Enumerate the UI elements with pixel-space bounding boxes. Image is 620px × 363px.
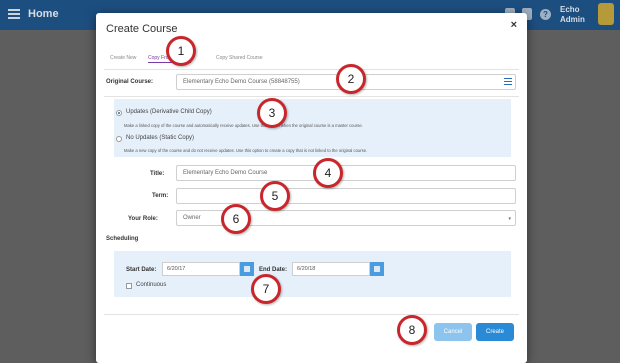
continuous-label[interactable]: Continuous: [136, 282, 166, 288]
callout-8: 8: [397, 315, 427, 345]
tab-copy-shared-course[interactable]: Copy Shared Course: [216, 55, 263, 61]
help-icon[interactable]: ?: [540, 9, 551, 20]
no-updates-description: Make a new copy of the course and do not…: [124, 148, 368, 153]
user-last-name: Admin: [560, 15, 585, 24]
term-input[interactable]: [176, 188, 516, 204]
callout-6: 6: [221, 204, 251, 234]
home-link[interactable]: Home: [28, 8, 59, 20]
original-course-value: Elementary Echo Demo Course (58848755): [183, 79, 300, 85]
title-input[interactable]: Elementary Echo Demo Course: [176, 165, 516, 181]
callout-2: 2: [336, 64, 366, 94]
end-calendar-icon[interactable]: [370, 262, 384, 276]
callout-4: 4: [313, 158, 343, 188]
original-course-label: Original Course:: [106, 79, 154, 85]
start-calendar-icon[interactable]: [240, 262, 254, 276]
create-button[interactable]: Create: [476, 323, 514, 341]
no-updates-radio[interactable]: [116, 136, 122, 142]
continuous-checkbox[interactable]: [126, 283, 132, 289]
chevron-down-icon: ▾: [508, 216, 511, 222]
role-value: Owner: [183, 215, 201, 221]
tab-create-new[interactable]: Create New: [110, 55, 136, 61]
avatar[interactable]: [598, 3, 614, 25]
copy-options-panel: Updates (Derivative Child Copy) Make a l…: [114, 99, 511, 157]
callout-7: 7: [251, 274, 281, 304]
updates-radio[interactable]: [116, 110, 122, 116]
end-date-input[interactable]: 6/20/18: [292, 262, 370, 276]
role-label: Your Role:: [128, 216, 158, 222]
callout-5: 5: [260, 181, 290, 211]
updates-description: Make a linked copy of the course and aut…: [124, 123, 363, 128]
callout-1: 1: [166, 36, 196, 66]
callout-3: 3: [257, 98, 287, 128]
user-first-name: Echo: [560, 5, 580, 14]
tabs-divider: [104, 69, 519, 70]
menu-icon[interactable]: [8, 9, 20, 19]
close-icon[interactable]: ×: [511, 19, 517, 31]
cancel-button[interactable]: Cancel: [434, 323, 472, 341]
user-name[interactable]: Echo Admin: [560, 5, 585, 25]
scheduling-title: Scheduling: [106, 236, 139, 242]
create-course-modal: Create Course × Create New Copy From Dom…: [96, 13, 527, 363]
updates-label[interactable]: Updates (Derivative Child Copy): [126, 109, 212, 115]
scheduling-panel: Start Date: 6/20/17 End Date: 6/20/18 Co…: [114, 251, 511, 297]
modal-title: Create Course: [106, 23, 178, 35]
footer-divider: [104, 314, 519, 315]
title-label: Title:: [150, 171, 165, 177]
section-divider: [104, 96, 519, 97]
start-date-label: Start Date:: [126, 267, 157, 273]
term-label: Term:: [152, 193, 169, 199]
no-updates-label[interactable]: No Updates (Static Copy): [126, 135, 194, 141]
list-icon[interactable]: [504, 78, 512, 86]
start-date-input[interactable]: 6/20/17: [162, 262, 240, 276]
end-date-label: End Date:: [259, 267, 288, 273]
